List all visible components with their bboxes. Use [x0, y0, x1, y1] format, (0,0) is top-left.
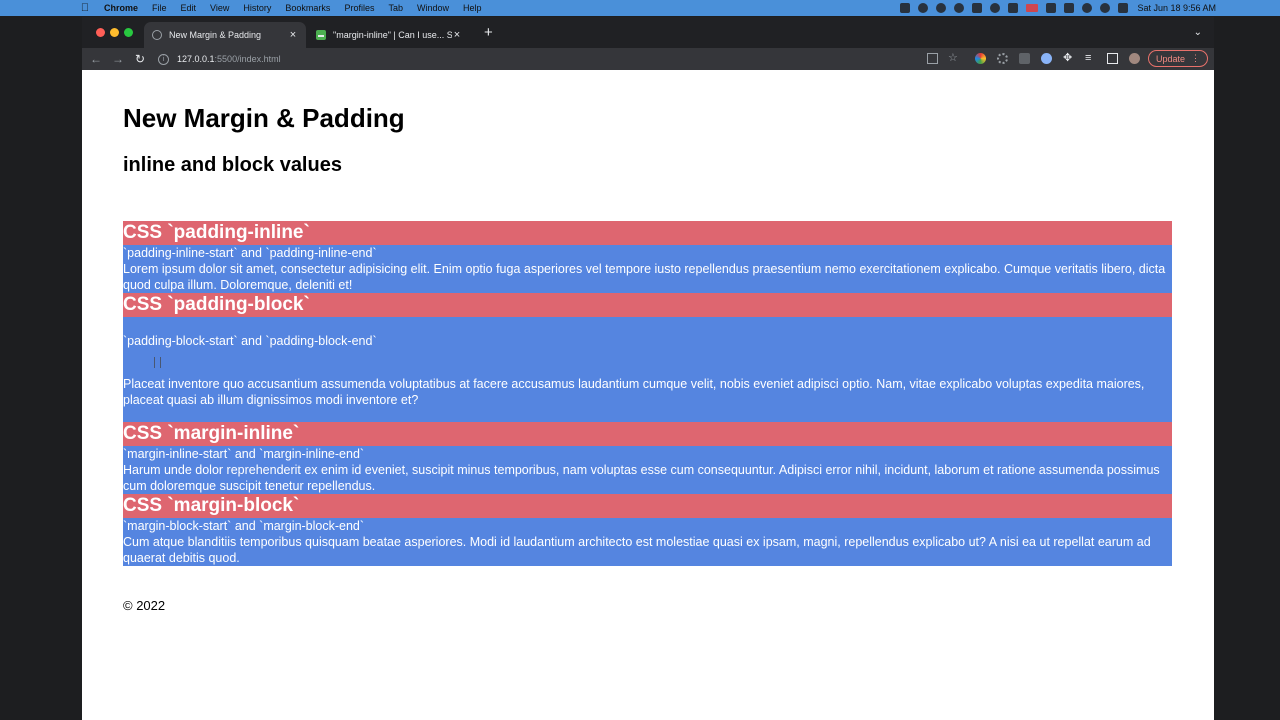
battery-icon[interactable] [1064, 3, 1074, 13]
tab-new-margin-padding[interactable]: New Margin & Padding × [144, 22, 306, 48]
card-subheading: `padding-block-start` and `padding-block… [123, 334, 377, 348]
card-body: Harum unde dolor reprehenderit ex enim i… [123, 463, 1160, 493]
card-body: Lorem ipsum dolor sit amet, consectetur … [123, 262, 1166, 292]
color-picker-extension-icon[interactable] [975, 53, 986, 64]
url-path: :5500/index.html [214, 54, 281, 64]
bluetooth-icon[interactable] [1046, 3, 1056, 13]
control-center-icon[interactable] [1118, 3, 1128, 13]
card-margin-inline: CSS `margin-inline` `margin-inline-start… [123, 422, 1172, 494]
card-heading: CSS `padding-inline` [123, 221, 1172, 245]
update-button[interactable]: Update ⋮ [1148, 50, 1208, 67]
card-heading: CSS `margin-block` [123, 494, 1172, 518]
card-padding-block: CSS `padding-block` `padding-block-start… [123, 293, 1172, 422]
creative-cloud-icon[interactable] [954, 3, 964, 13]
canada-flag-icon[interactable] [1026, 4, 1038, 12]
minimize-window-button[interactable] [110, 28, 119, 37]
maximize-window-button[interactable] [124, 28, 133, 37]
reading-list-icon[interactable]: ≡ [1085, 53, 1096, 64]
apple-icon[interactable]:  [78, 2, 92, 14]
menu-edit[interactable]: Edit [181, 3, 197, 13]
card-subheading: `margin-inline-start` and `margin-inline… [123, 447, 365, 461]
wifi-icon[interactable] [1082, 3, 1092, 13]
card-body: Cum atque blanditiis temporibus quisquam… [123, 535, 1151, 565]
page-subtitle: inline and block values [123, 154, 342, 176]
tab-search-chevron-icon[interactable]: ⌄ [1194, 27, 1202, 38]
profile-avatar[interactable] [1129, 53, 1140, 64]
menu-profiles[interactable]: Profiles [344, 3, 374, 13]
menu-clock[interactable]: Sat Jun 18 9:56 AM [1137, 0, 1216, 16]
extension-circle-icon[interactable] [1041, 53, 1052, 64]
menu-tab[interactable]: Tab [388, 3, 403, 13]
side-panel-icon[interactable] [1107, 53, 1118, 64]
card-subheading: `margin-block-start` and `margin-block-e… [123, 519, 365, 533]
menu-bookmarks[interactable]: Bookmarks [285, 3, 330, 13]
menu-help[interactable]: Help [463, 3, 482, 13]
back-arrow-icon[interactable]: ← [88, 51, 104, 67]
react-devtools-icon[interactable] [997, 53, 1008, 64]
text-cursor-icon [154, 357, 161, 368]
more-vert-icon: ⋮ [1191, 53, 1201, 63]
status-icons [900, 0, 1128, 16]
location-icon[interactable] [918, 3, 928, 13]
page-viewport: New Margin & Padding inline and block va… [82, 70, 1214, 720]
tab-close-icon[interactable]: × [452, 29, 462, 41]
caniuse-icon [316, 30, 326, 40]
tab-strip: New Margin & Padding × "margin-inline" |… [82, 17, 1214, 48]
page-footer: © 2022 [123, 598, 166, 613]
update-label: Update [1155, 53, 1186, 64]
tab-can-i-use[interactable]: "margin-inline" | Can I use... Su × [308, 22, 470, 48]
spotlight-search-icon[interactable] [1100, 3, 1110, 13]
puzzle-extensions-icon[interactable]: ✥ [1063, 53, 1074, 64]
address-bar[interactable]: i 127.0.0.1:5500/index.html [158, 50, 928, 68]
card-heading: CSS `padding-block` [123, 293, 1172, 317]
card-heading: CSS `margin-inline` [123, 422, 1172, 446]
close-window-button[interactable] [96, 28, 105, 37]
play-icon[interactable] [990, 3, 1000, 13]
reload-icon[interactable]: ↻ [132, 51, 148, 67]
new-tab-button[interactable]: + [484, 25, 493, 40]
url-host: 127.0.0.1 [177, 54, 215, 64]
card-subheading: `padding-inline-start` and `padding-inli… [123, 246, 377, 260]
browser-window: New Margin & Padding × "margin-inline" |… [82, 17, 1214, 720]
card-margin-block: CSS `margin-block` `margin-block-start` … [123, 494, 1172, 566]
cards-container: CSS `padding-inline` `padding-inline-sta… [123, 221, 1172, 566]
macos-menu-bar:  Chrome File Edit View History Bookmark… [0, 0, 1280, 16]
page-title: New Margin & Padding [123, 103, 405, 133]
menu-history[interactable]: History [243, 3, 271, 13]
tab-close-icon[interactable]: × [288, 29, 298, 41]
tab-title: "margin-inline" | Can I use... Su [333, 30, 452, 40]
extension-icon[interactable] [1019, 53, 1030, 64]
menu-app-name[interactable]: Chrome [104, 3, 138, 13]
share-icon[interactable] [927, 53, 938, 64]
card-body: Placeat inventore quo accusantium assume… [123, 377, 1145, 407]
browser-toolbar: ← → ↻ i 127.0.0.1:5500/index.html ☆ ✥ ≡ … [82, 48, 1214, 70]
site-info-icon[interactable]: i [158, 53, 169, 65]
menu-view[interactable]: View [210, 3, 229, 13]
malwarebytes-icon[interactable] [972, 3, 982, 13]
menu-window[interactable]: Window [417, 3, 449, 13]
globe-icon [152, 30, 162, 40]
forward-arrow-icon[interactable]: → [110, 51, 126, 67]
menu-file[interactable]: File [152, 3, 167, 13]
tab-title: New Margin & Padding [169, 30, 262, 40]
cloud-icon[interactable] [936, 3, 946, 13]
card-padding-inline: CSS `padding-inline` `padding-inline-sta… [123, 221, 1172, 293]
volume-icon[interactable] [1008, 3, 1018, 13]
camera-icon[interactable] [900, 3, 910, 13]
bookmark-star-icon[interactable]: ☆ [948, 53, 959, 64]
